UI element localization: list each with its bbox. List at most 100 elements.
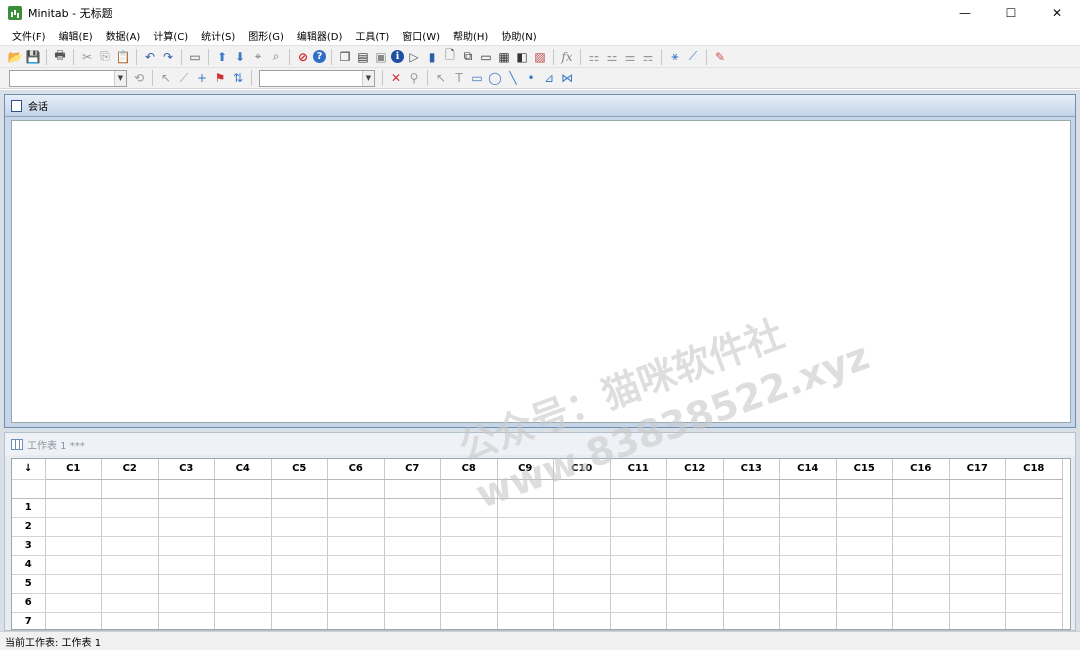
find-icon[interactable]: ⌖ bbox=[250, 49, 266, 65]
data-cell[interactable] bbox=[836, 612, 893, 629]
data-cell[interactable] bbox=[327, 612, 385, 629]
column-name-cell[interactable] bbox=[723, 479, 780, 499]
row-header[interactable]: 5 bbox=[12, 574, 46, 594]
data-cell[interactable] bbox=[497, 498, 554, 518]
arrow-down-icon[interactable]: ⬇ bbox=[232, 49, 248, 65]
delete-icon[interactable]: ✕ bbox=[388, 70, 404, 86]
data-cell[interactable] bbox=[610, 555, 667, 575]
column-header[interactable]: C8 bbox=[440, 459, 498, 480]
data-cell[interactable] bbox=[1005, 517, 1063, 537]
data-cell[interactable] bbox=[158, 555, 215, 575]
close-button[interactable]: ✕ bbox=[1034, 0, 1080, 26]
data-cell[interactable] bbox=[158, 612, 215, 629]
data-cell[interactable] bbox=[610, 536, 667, 556]
data-cell[interactable] bbox=[779, 574, 837, 594]
column-header[interactable]: C15 bbox=[836, 459, 893, 480]
ellipse-tool-icon[interactable]: ◯ bbox=[487, 70, 503, 86]
info-icon[interactable]: ℹ bbox=[391, 50, 404, 63]
column-name-cell[interactable] bbox=[45, 479, 102, 499]
data-cell[interactable] bbox=[327, 593, 385, 613]
column-name-cell[interactable] bbox=[101, 479, 159, 499]
data-cell[interactable] bbox=[553, 498, 611, 518]
data-cell[interactable] bbox=[1005, 498, 1063, 518]
data-cell[interactable] bbox=[158, 593, 215, 613]
data-cell[interactable] bbox=[101, 517, 159, 537]
data-cell[interactable] bbox=[779, 517, 837, 537]
regression-icon[interactable]: ⟋ bbox=[685, 49, 701, 65]
data-cell[interactable] bbox=[553, 517, 611, 537]
column-header[interactable]: C12 bbox=[666, 459, 724, 480]
data-cell[interactable] bbox=[327, 555, 385, 575]
data-cell[interactable] bbox=[836, 536, 893, 556]
row-header[interactable]: 7 bbox=[12, 612, 46, 629]
data-cell[interactable] bbox=[836, 555, 893, 575]
data-cell[interactable] bbox=[949, 555, 1006, 575]
data-cell[interactable] bbox=[723, 612, 780, 629]
data-cell[interactable] bbox=[666, 517, 724, 537]
data-cell[interactable] bbox=[666, 593, 724, 613]
worksheet-title-bar[interactable]: 工作表 1 *** bbox=[5, 433, 1075, 455]
data-cell[interactable] bbox=[497, 517, 554, 537]
data-cell[interactable] bbox=[45, 612, 102, 629]
data-cell[interactable] bbox=[949, 536, 1006, 556]
entry-direction-arrow[interactable]: ↓ bbox=[12, 459, 46, 480]
bar-chart-icon[interactable]: ⚏ bbox=[586, 49, 602, 65]
data-cell[interactable] bbox=[836, 574, 893, 594]
save-icon[interactable]: 💾 bbox=[25, 49, 41, 65]
menu-edit[interactable]: 编辑(E) bbox=[57, 27, 95, 44]
data-cell[interactable] bbox=[158, 574, 215, 594]
data-cell[interactable] bbox=[1005, 593, 1063, 613]
column-name-cell[interactable] bbox=[440, 479, 498, 499]
session-tool-icon[interactable]: ❐ bbox=[337, 49, 353, 65]
column-header[interactable]: C10 bbox=[553, 459, 611, 480]
data-cell[interactable] bbox=[214, 498, 272, 518]
data-cell[interactable] bbox=[45, 593, 102, 613]
data-cell[interactable] bbox=[440, 536, 498, 556]
data-cell[interactable] bbox=[836, 517, 893, 537]
data-cell[interactable] bbox=[723, 593, 780, 613]
data-cell[interactable] bbox=[440, 555, 498, 575]
data-cell[interactable] bbox=[384, 593, 441, 613]
data-cell[interactable] bbox=[158, 517, 215, 537]
data-cell[interactable] bbox=[45, 555, 102, 575]
row-header[interactable]: 4 bbox=[12, 555, 46, 575]
zoom-icon[interactable]: ⚲ bbox=[406, 70, 422, 86]
data-cell[interactable] bbox=[779, 612, 837, 629]
column-name-cell[interactable] bbox=[384, 479, 441, 499]
data-cell[interactable] bbox=[949, 517, 1006, 537]
pareto-icon[interactable]: ⚍ bbox=[604, 49, 620, 65]
data-cell[interactable] bbox=[271, 593, 328, 613]
data-cell[interactable] bbox=[892, 555, 950, 575]
swap-icon[interactable]: ⇅ bbox=[230, 70, 246, 86]
data-cell[interactable] bbox=[610, 612, 667, 629]
maximize-button[interactable]: ☐ bbox=[988, 0, 1034, 26]
data-cell[interactable] bbox=[497, 574, 554, 594]
data-cell[interactable] bbox=[440, 612, 498, 629]
replace-icon[interactable]: ⌕ bbox=[268, 49, 284, 65]
data-cell[interactable] bbox=[666, 612, 724, 629]
data-cell[interactable] bbox=[779, 555, 837, 575]
control-chart-icon[interactable]: ⚎ bbox=[640, 49, 656, 65]
data-cell[interactable] bbox=[271, 555, 328, 575]
data-cell[interactable] bbox=[497, 593, 554, 613]
data-cell[interactable] bbox=[723, 536, 780, 556]
data-cell[interactable] bbox=[723, 574, 780, 594]
data-cell[interactable] bbox=[440, 574, 498, 594]
data-cell[interactable] bbox=[271, 612, 328, 629]
column-name-cell[interactable] bbox=[666, 479, 724, 499]
data-cell[interactable] bbox=[723, 517, 780, 537]
data-cell[interactable] bbox=[723, 555, 780, 575]
session-output-area[interactable] bbox=[11, 120, 1071, 423]
data-cell[interactable] bbox=[836, 593, 893, 613]
column-header[interactable]: C16 bbox=[892, 459, 950, 480]
data-cell[interactable] bbox=[610, 593, 667, 613]
menu-graph[interactable]: 图形(G) bbox=[246, 27, 286, 44]
select-tool-icon[interactable]: ↖ bbox=[433, 70, 449, 86]
data-cell[interactable] bbox=[440, 593, 498, 613]
undo-icon[interactable]: ↶ bbox=[142, 49, 158, 65]
menu-help[interactable]: 帮助(H) bbox=[451, 27, 490, 44]
menu-editor[interactable]: 编辑器(D) bbox=[295, 27, 345, 44]
table-icon[interactable]: ▦ bbox=[496, 49, 512, 65]
rectangle-tool-icon[interactable]: ▭ bbox=[469, 70, 485, 86]
data-cell[interactable] bbox=[384, 574, 441, 594]
